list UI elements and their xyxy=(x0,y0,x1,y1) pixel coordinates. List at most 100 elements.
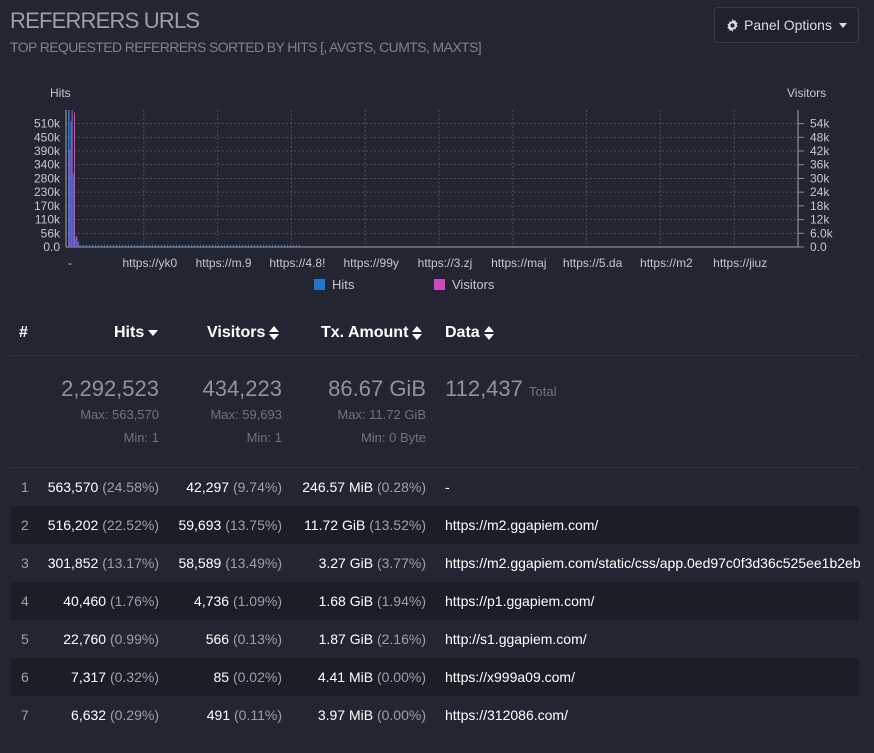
table-row[interactable]: 3 301,852 (13.17%) 58,589 (13.49%) 3.27 GiB… xyxy=(10,544,860,582)
row-visitors-value: 59,693 xyxy=(178,517,222,533)
row-tx-percent: (3.77%) xyxy=(376,555,426,571)
y-tick-label-left: 340k xyxy=(34,158,61,172)
row-tx-value: 3.27 GiB xyxy=(318,555,374,571)
row-hits-value: 22,760 xyxy=(63,631,107,647)
bar-visitors xyxy=(83,245,85,247)
row-index: 3 xyxy=(21,555,29,571)
summary-data-total-label: Total xyxy=(529,384,557,399)
table-row[interactable]: 5 22,760 (0.99%) 566 (0.13%) 1.87 GiB (2.16… xyxy=(10,620,859,658)
sort-icon xyxy=(412,326,423,340)
y-tick-label-right: 6.0k xyxy=(810,226,834,240)
row-data-url[interactable]: https://m2.ggapiem.com/static/css/app.0e… xyxy=(445,555,860,571)
row-data-url[interactable]: http://s1.ggapiem.com/ xyxy=(445,631,860,647)
panel-options-label: Panel Options xyxy=(744,17,832,33)
table-row[interactable]: 7 6,632 (0.29%) 491 (0.11%) 3.97 MiB (0.00%… xyxy=(10,696,859,734)
row-visitors-value: 566 xyxy=(205,631,230,647)
y-tick-label-left: 450k xyxy=(34,130,61,144)
row-tx-value: 3.97 MiB xyxy=(317,707,374,723)
x-tick-label: https://99y xyxy=(344,256,399,270)
referrers-chart: Hits Visitors 510k 54k 450k 48k 390k 42k 340k 36k… xyxy=(34,86,834,270)
column-header-data[interactable]: Data xyxy=(445,324,494,342)
row-data-url[interactable]: - xyxy=(445,479,860,495)
summary-hits-total: 2,292,523 xyxy=(61,376,159,401)
row-data-url[interactable]: https://p1.ggapiem.com/ xyxy=(445,593,860,609)
column-header-index: # xyxy=(19,324,28,342)
y-tick-label-right: 54k xyxy=(810,117,830,131)
bar-visitors xyxy=(76,236,78,247)
column-header-hits[interactable]: Hits xyxy=(114,324,159,342)
column-header-hits-label: Hits xyxy=(114,324,145,341)
y-tick-label-right: 36k xyxy=(810,158,830,172)
column-header-index-label: # xyxy=(19,324,28,341)
row-hits: 7,317 (0.32%) xyxy=(71,669,159,685)
gear-icon xyxy=(727,18,738,32)
y-tick-label-left: 510k xyxy=(34,117,61,131)
row-tx-percent: (1.94%) xyxy=(376,593,426,609)
x-tick-label: https://4.8! xyxy=(269,256,325,270)
row-visitors-value: 58,589 xyxy=(178,555,222,571)
row-hits: 40,460 (1.76%) xyxy=(63,593,159,609)
x-tick-label: https://yk0 xyxy=(122,256,177,270)
row-hits-value: 40,460 xyxy=(63,593,107,609)
row-tx-value: 1.87 GiB xyxy=(318,631,374,647)
row-index: 4 xyxy=(21,593,29,609)
row-index: 7 xyxy=(21,707,29,723)
y-tick-label-left: 170k xyxy=(34,199,61,213)
row-hits-value: 301,852 xyxy=(47,555,99,571)
row-visitors: 566 (0.13%) xyxy=(206,631,282,647)
panel-title: REFERRERS URLS xyxy=(10,8,200,33)
row-hits-percent: (13.17%) xyxy=(102,555,159,571)
table-row[interactable]: 2 516,202 (22.52%) 59,693 (13.75%) 11.72 Gi… xyxy=(10,506,859,544)
bar-visitors xyxy=(71,110,73,247)
row-data-url[interactable]: https://312086.com/ xyxy=(445,707,860,723)
row-tx-percent: (0.00%) xyxy=(376,669,426,685)
summary-tx-min: Min: 0 Byte xyxy=(360,430,426,445)
row-tx-value: 11.72 GiB xyxy=(304,517,366,533)
summary-hits-min: Min: 1 xyxy=(123,430,159,445)
caret-down-icon xyxy=(838,22,847,28)
row-hits: 22,760 (0.99%) xyxy=(63,631,159,647)
row-data-url[interactable]: https://x999a09.com/ xyxy=(445,669,860,685)
summary-visitors-total: 434,223 xyxy=(202,376,282,401)
row-visitors-value: 42,297 xyxy=(186,479,230,495)
bar-visitors xyxy=(74,112,75,247)
row-tx-amount: 11.72 GiB (13.52%) xyxy=(304,517,426,533)
row-tx-amount: 4.41 MiB (0.00%) xyxy=(318,669,426,685)
column-header-tx-amount[interactable]: Tx. Amount xyxy=(321,324,423,342)
legend-label-visitors: Visitors xyxy=(452,277,495,292)
row-hits-percent: (24.58%) xyxy=(102,479,159,495)
y-tick-label-right: 12k xyxy=(810,213,830,227)
row-tx-amount: 1.87 GiB (2.16%) xyxy=(319,631,426,647)
row-hits: 516,202 (22.52%) xyxy=(48,517,159,533)
row-hits-percent: (0.32%) xyxy=(109,669,159,685)
y-tick-label-left: 0.0 xyxy=(43,240,60,254)
row-visitors-percent: (13.75%) xyxy=(225,517,282,533)
table-row[interactable]: 6 7,317 (0.32%) 85 (0.02%) 4.41 MiB (0.00%)… xyxy=(10,658,859,696)
summary-visitors-max: Max: 59,693 xyxy=(210,407,282,422)
x-tick-label: https://3.zj xyxy=(418,256,473,270)
panel-options-button[interactable]: Panel Options xyxy=(714,7,859,43)
legend-item-hits[interactable]: Hits xyxy=(314,277,354,292)
row-visitors-percent: (13.49%) xyxy=(225,555,282,571)
row-data-url[interactable]: https://m2.ggapiem.com/ xyxy=(445,517,860,533)
row-hits: 301,852 (13.17%) xyxy=(48,555,159,571)
row-visitors: 85 (0.02%) xyxy=(214,669,283,685)
row-visitors-value: 4,736 xyxy=(194,593,230,609)
row-hits: 563,570 (24.58%) xyxy=(48,479,159,495)
row-visitors-percent: (1.09%) xyxy=(232,593,282,609)
row-hits-value: 563,570 xyxy=(47,479,99,495)
row-tx-amount: 1.68 GiB (1.94%) xyxy=(319,593,426,609)
row-visitors: 58,589 (13.49%) xyxy=(178,555,282,571)
summary-data-total-value: 112,437 xyxy=(445,376,523,401)
column-header-tx-label: Tx. Amount xyxy=(321,324,409,341)
y-tick-label-right: 48k xyxy=(810,130,830,144)
row-tx-amount: 3.97 MiB (0.00%) xyxy=(318,707,426,723)
column-header-visitors[interactable]: Visitors xyxy=(207,324,280,342)
column-header-visitors-label: Visitors xyxy=(207,324,266,341)
legend-item-visitors[interactable]: Visitors xyxy=(434,277,494,292)
table-row[interactable]: 4 40,460 (1.76%) 4,736 (1.09%) 1.68 GiB (1.… xyxy=(10,582,859,620)
table-row[interactable]: 1 563,570 (24.58%) 42,297 (9.74%) 246.57 Mi… xyxy=(10,468,859,506)
y-axis-left-title: Hits xyxy=(50,86,71,100)
y-tick-label-left: 230k xyxy=(34,185,61,199)
summary-data-total: 112,437 Total xyxy=(445,376,557,402)
